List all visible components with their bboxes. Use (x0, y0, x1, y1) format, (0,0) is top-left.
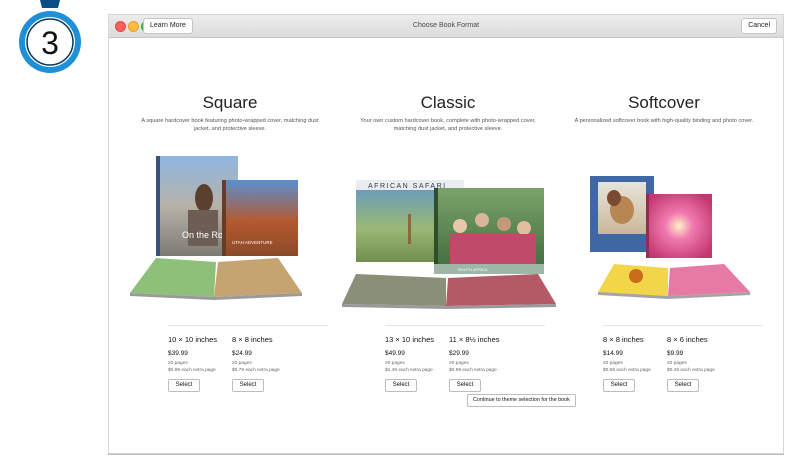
bottom-rule (108, 454, 784, 455)
square-book-image: On the Road UTAH ADVENTURE (130, 156, 302, 300)
softcover-book-image (590, 176, 750, 299)
classic-opt2-size: 11 × 8½ inches (449, 335, 500, 344)
square-opt1-pages: 20 pages (168, 361, 188, 366)
classic-opt2-extra: $0.99 each extra page (449, 368, 497, 373)
square-opt1-price: $39.99 (168, 350, 188, 357)
square-opt2-select-button[interactable]: Select (232, 379, 264, 392)
classic-opt2-price: $29.99 (449, 350, 469, 357)
classic-opt1-size: 13 × 10 inches (385, 335, 434, 344)
softcover-opt1-pages: 20 pages (603, 361, 623, 366)
square-opt1-size: 10 × 10 inches (168, 335, 217, 344)
window-title: Choose Book Format (412, 22, 480, 29)
square-small-cover-text: UTAH ADVENTURE (232, 240, 273, 245)
continue-button[interactable]: Continue to theme selection for the book (467, 394, 576, 407)
softcover-opt2-extra: $0.49 each extra page (667, 368, 715, 373)
softcover-opt2-price: $9.99 (667, 350, 684, 357)
softcover-opt1-size: 8 × 8 inches (603, 335, 644, 344)
format-description-square: A square hardcover book featuring photo-… (141, 118, 319, 132)
square-opt2-pages: 20 pages (232, 361, 252, 366)
softcover-opt1-extra: $0.59 each extra page (603, 368, 651, 373)
classic-opt2-pages: 20 pages (449, 361, 469, 366)
softcover-opt2-size: 8 × 6 inches (667, 335, 708, 344)
square-opt2-price: $24.99 (232, 350, 252, 357)
format-title-softcover: Softcover (628, 93, 700, 112)
softcover-opt1-price: $14.99 (603, 350, 623, 357)
format-description-softcover: A personalized softcover book with high-… (574, 118, 754, 124)
square-opt1-select-button[interactable]: Select (168, 379, 200, 392)
classic-opt1-pages: 20 pages (385, 361, 405, 366)
softcover-divider (603, 325, 763, 326)
square-divider (168, 325, 328, 326)
square-opt2-size: 8 × 8 inches (232, 335, 273, 344)
classic-opt1-select-button[interactable]: Select (385, 379, 417, 392)
softcover-opt1-select-button[interactable]: Select (603, 379, 635, 392)
format-title-square: Square (202, 93, 258, 112)
classic-opt2-select-button[interactable]: Select (449, 379, 481, 392)
title-bar: Choose Book Format Learn More Cancel (109, 15, 783, 38)
classic-book-image: AFRICAN SAFARI SOUTH AFRICA (342, 180, 556, 309)
classic-divider (385, 325, 545, 326)
step-number: 3 (41, 25, 59, 61)
classic-small-cover-text: SOUTH AFRICA (458, 267, 488, 272)
classic-opt1-extra: $1.49 each extra page (385, 368, 433, 373)
cancel-button[interactable]: Cancel (741, 18, 777, 34)
step-badge: 3 (19, 0, 81, 73)
learn-more-button[interactable]: Learn More (143, 18, 193, 34)
softcover-opt2-pages: 20 pages (667, 361, 687, 366)
format-title-classic: Classic (420, 93, 476, 112)
classic-opt1-price: $49.99 (385, 350, 405, 357)
format-description-classic: Your own custom hardcover book, complete… (360, 118, 536, 132)
square-opt1-extra: $0.99 each extra page (168, 368, 216, 373)
softcover-opt2-select-button[interactable]: Select (667, 379, 699, 392)
square-opt2-extra: $0.79 each extra page (232, 368, 280, 373)
